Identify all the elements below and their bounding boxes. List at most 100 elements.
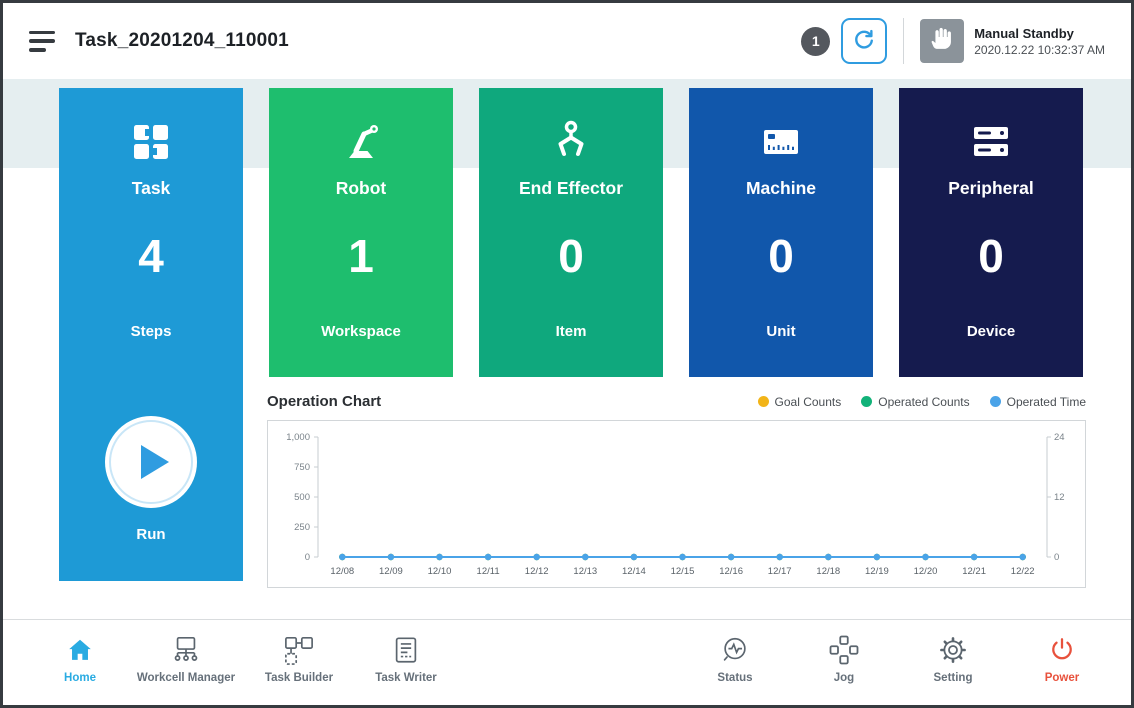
page-title: Task_20201204_110001 <box>75 30 289 52</box>
svg-text:12/13: 12/13 <box>573 566 597 577</box>
header-divider <box>903 18 904 64</box>
play-icon <box>141 445 169 479</box>
card-robot[interactable]: Robot 1 Workspace <box>269 88 453 377</box>
svg-text:12/18: 12/18 <box>816 566 840 577</box>
home-icon <box>20 633 140 667</box>
gripper-icon <box>479 114 663 170</box>
card-robot-label: Robot <box>269 178 453 199</box>
task-writer-icon <box>346 633 466 667</box>
goal-counts-dot <box>758 396 769 407</box>
robot-teach-pendant-screen: Task_20201204_110001 1 <box>0 0 1134 708</box>
robot-arm-icon <box>269 114 453 170</box>
operation-chart: 02505007501,0000122412/0812/0912/1012/11… <box>267 420 1086 588</box>
svg-text:250: 250 <box>294 522 310 533</box>
chart-legend: Goal Counts Operated Counts Operated Tim… <box>758 395 1086 409</box>
nav-task-builder[interactable]: Task Builder <box>239 633 359 684</box>
operated-time-dot <box>990 396 1001 407</box>
nav-jog-label: Jog <box>784 672 904 684</box>
svg-text:12/12: 12/12 <box>525 566 549 577</box>
jog-dpad-icon <box>784 633 904 667</box>
svg-text:0: 0 <box>1054 552 1059 563</box>
svg-text:0: 0 <box>305 552 310 563</box>
refresh-button[interactable] <box>841 18 887 64</box>
svg-text:12/15: 12/15 <box>671 566 695 577</box>
menu-icon <box>29 31 55 35</box>
server-stack-icon <box>899 114 1083 170</box>
nav-power-label: Power <box>1002 672 1122 684</box>
nav-task-writer-label: Task Writer <box>346 672 466 684</box>
nav-workcell-manager-label: Workcell Manager <box>126 672 246 684</box>
svg-text:12/19: 12/19 <box>865 566 889 577</box>
hand-manual-icon <box>930 26 955 56</box>
gear-icon <box>893 633 1013 667</box>
card-machine-label: Machine <box>689 178 873 199</box>
card-robot-value: 1 <box>269 229 453 283</box>
mode-status-block: Manual Standby 2020.12.22 10:32:37 AM <box>974 26 1105 57</box>
svg-text:500: 500 <box>294 492 310 503</box>
card-end-effector-sublabel: Item <box>479 323 663 340</box>
robot-mode-label: Manual Standby <box>974 26 1105 41</box>
svg-text:12/11: 12/11 <box>477 566 500 577</box>
notification-count-badge: 1 <box>801 27 830 56</box>
nav-task-writer[interactable]: Task Writer <box>346 633 466 684</box>
current-datetime: 2020.12.22 10:32:37 AM <box>974 43 1105 57</box>
manual-mode-button[interactable] <box>920 19 964 63</box>
legend-goal-counts-label: Goal Counts <box>775 395 842 409</box>
run-button[interactable] <box>105 416 197 508</box>
card-machine[interactable]: Machine 0 Unit <box>689 88 873 377</box>
nav-setting-label: Setting <box>893 672 1013 684</box>
menu-button[interactable] <box>29 31 57 52</box>
svg-text:750: 750 <box>294 462 310 473</box>
svg-text:12/22: 12/22 <box>1011 566 1035 577</box>
operated-counts-dot <box>861 396 872 407</box>
svg-text:12/14: 12/14 <box>622 566 646 577</box>
task-builder-icon <box>239 633 359 667</box>
card-machine-value: 0 <box>689 229 873 283</box>
legend-operated-time: Operated Time <box>990 395 1086 409</box>
card-robot-sublabel: Workspace <box>269 323 453 340</box>
task-icon <box>59 114 243 170</box>
card-peripheral-label: Peripheral <box>899 178 1083 199</box>
svg-text:24: 24 <box>1054 432 1065 443</box>
card-peripheral[interactable]: Peripheral 0 Device <box>899 88 1083 377</box>
nav-setting[interactable]: Setting <box>893 633 1013 684</box>
card-peripheral-value: 0 <box>899 229 1083 283</box>
nav-status-label: Status <box>675 672 795 684</box>
card-end-effector-value: 0 <box>479 229 663 283</box>
chart-header: Operation Chart Goal Counts Operated Cou… <box>267 393 1086 410</box>
machine-icon <box>689 114 873 170</box>
card-task[interactable]: Task 4 Steps Run <box>59 88 243 581</box>
operation-chart-svg: 02505007501,0000122412/0812/0912/1012/11… <box>268 421 1085 587</box>
card-end-effector-label: End Effector <box>479 178 663 199</box>
legend-operated-time-label: Operated Time <box>1007 395 1086 409</box>
nav-jog[interactable]: Jog <box>784 633 904 684</box>
svg-text:12/16: 12/16 <box>719 566 743 577</box>
card-task-value: 4 <box>59 229 243 283</box>
svg-text:12/20: 12/20 <box>914 566 938 577</box>
nav-status[interactable]: Status <box>675 633 795 684</box>
card-machine-sublabel: Unit <box>689 323 873 340</box>
nav-home-label: Home <box>20 672 140 684</box>
svg-text:12/17: 12/17 <box>768 566 792 577</box>
card-end-effector[interactable]: End Effector 0 Item <box>479 88 663 377</box>
workcell-manager-icon <box>126 633 246 667</box>
svg-text:1,000: 1,000 <box>286 432 310 443</box>
status-icon <box>675 633 795 667</box>
nav-workcell-manager[interactable]: Workcell Manager <box>126 633 246 684</box>
svg-text:12/08: 12/08 <box>330 566 354 577</box>
nav-task-builder-label: Task Builder <box>239 672 359 684</box>
svg-text:12/21: 12/21 <box>962 566 986 577</box>
power-icon <box>1002 633 1122 667</box>
legend-operated-counts: Operated Counts <box>861 395 969 409</box>
bottom-nav-bar: Home Workcell Manager Tas <box>3 619 1131 705</box>
refresh-icon <box>851 27 877 56</box>
card-task-sublabel: Steps <box>59 323 243 340</box>
svg-text:12/09: 12/09 <box>379 566 403 577</box>
card-peripheral-sublabel: Device <box>899 323 1083 340</box>
top-bar: Task_20201204_110001 1 <box>3 3 1131 79</box>
legend-goal-counts: Goal Counts <box>758 395 842 409</box>
nav-power[interactable]: Power <box>1002 633 1122 684</box>
svg-text:12/10: 12/10 <box>428 566 452 577</box>
top-right-controls: 1 Manual Standby 202 <box>801 18 1105 64</box>
nav-home[interactable]: Home <box>20 633 140 684</box>
